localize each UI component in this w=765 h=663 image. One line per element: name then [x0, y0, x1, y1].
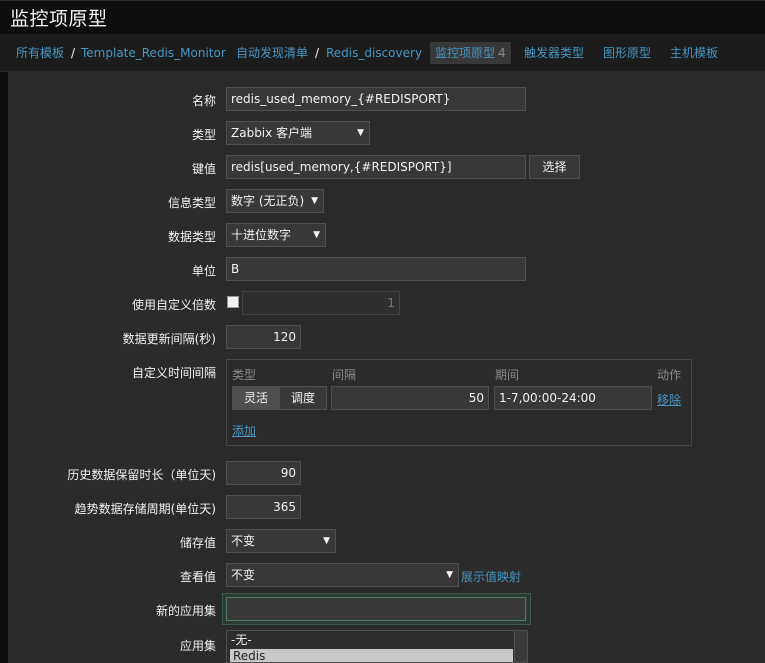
data-type-select[interactable]: 十进位数字 ▼: [226, 223, 326, 247]
info-type-select[interactable]: 数字 (无正负) ▼: [226, 189, 324, 213]
interval-period-input[interactable]: 1-7,00:00-24:00: [494, 386, 652, 410]
applications-label: 应用集: [179, 639, 216, 653]
custom-multiplier-checkbox[interactable]: [227, 296, 239, 308]
tab-item-prototypes-count: 4: [498, 46, 506, 60]
chevron-down-icon: ▼: [323, 536, 330, 546]
tab-item-prototypes[interactable]: 监控项原型 4: [430, 42, 511, 64]
key-label: 键值: [191, 162, 216, 176]
custom-multiplier-label: 使用自定义倍数: [131, 298, 216, 312]
units-input[interactable]: B: [226, 257, 526, 281]
intervals-header-action: 动作: [657, 368, 682, 382]
key-input[interactable]: redis[used_memory,{#REDISPORT}]: [226, 155, 526, 179]
chevron-down-icon: ▼: [313, 230, 320, 240]
store-value-label: 储存值: [179, 536, 216, 550]
type-select-value: Zabbix 客户端: [231, 126, 313, 140]
interval-remove-link[interactable]: 移除: [657, 391, 681, 408]
chevron-down-icon: ▼: [446, 570, 453, 580]
tab-graph-prototypes[interactable]: 图形原型: [603, 34, 651, 72]
tab-trigger-prototypes[interactable]: 触发器类型: [524, 34, 584, 72]
tab-item-prototypes-label: 监控项原型: [435, 46, 496, 60]
chevron-down-icon: ▼: [357, 128, 364, 138]
history-label: 历史数据保留时长（单位天): [67, 468, 216, 482]
interval-add-link[interactable]: 添加: [232, 422, 256, 439]
store-value-select-value: 不变: [231, 534, 256, 548]
type-label: 类型: [191, 128, 216, 142]
trends-label: 趋势数据存储周期(单位天): [74, 502, 216, 516]
intervals-header-period: 期间: [495, 368, 520, 382]
show-value-select[interactable]: 不变 ▼: [226, 563, 459, 587]
breadcrumb-template[interactable]: Template_Redis_Monitor: [81, 34, 226, 72]
intervals-header-type: 类型: [232, 368, 257, 382]
info-type-label: 信息类型: [167, 196, 216, 210]
page-title: 监控项原型: [10, 8, 108, 30]
trends-input[interactable]: 365: [226, 495, 301, 519]
breadcrumb-separator: /: [315, 46, 320, 60]
intervals-header-interval: 间隔: [332, 368, 357, 382]
value-mapping-link[interactable]: 展示值映射: [461, 568, 521, 585]
tab-host-prototypes[interactable]: 主机模板: [670, 34, 718, 72]
data-type-label: 数据类型: [167, 230, 216, 244]
interval-type-scheduling[interactable]: 调度: [279, 386, 327, 410]
info-type-select-value: 数字 (无正负): [231, 194, 305, 208]
title-bar: 监控项原型: [0, 0, 765, 34]
application-option-selected[interactable]: Redis: [230, 649, 513, 662]
data-type-select-value: 十进位数字: [231, 228, 292, 242]
breadcrumb-all-templates[interactable]: 所有模板: [16, 34, 64, 72]
application-option[interactable]: -无-: [231, 633, 252, 648]
name-label: 名称: [191, 94, 216, 108]
units-label: 单位: [191, 264, 216, 278]
update-interval-input[interactable]: 120: [226, 325, 301, 349]
store-value-select[interactable]: 不变 ▼: [226, 529, 336, 553]
breadcrumb-separator: /: [71, 46, 76, 60]
show-value-select-value: 不变: [231, 568, 256, 582]
show-value-label: 查看值: [179, 570, 216, 584]
breadcrumb-discovery-rule[interactable]: Redis_discovery: [326, 34, 422, 72]
interval-value-input[interactable]: 50: [331, 386, 489, 410]
chevron-down-icon: ▼: [311, 196, 318, 206]
select-key-button[interactable]: 选择: [529, 155, 580, 179]
custom-multiplier-input[interactable]: 1: [242, 291, 400, 315]
breadcrumb-discovery-list[interactable]: 自动发现清单: [236, 34, 308, 72]
applications-listbox[interactable]: -无- Redis: [226, 630, 528, 663]
custom-intervals-label: 自定义时间间隔: [131, 366, 216, 380]
interval-type-flexible[interactable]: 灵活: [232, 386, 280, 410]
type-select[interactable]: Zabbix 客户端 ▼: [226, 121, 370, 145]
update-interval-label: 数据更新间隔(秒): [122, 332, 216, 346]
breadcrumb: 所有模板 / Template_Redis_Monitor 自动发现清单 / R…: [0, 34, 765, 72]
new-application-label: 新的应用集: [155, 604, 216, 618]
name-input[interactable]: redis_used_memory_{#REDISPORT}: [226, 87, 526, 111]
history-input[interactable]: 90: [226, 461, 301, 485]
listbox-scrollbar[interactable]: [514, 631, 527, 662]
new-application-input[interactable]: [226, 597, 526, 621]
